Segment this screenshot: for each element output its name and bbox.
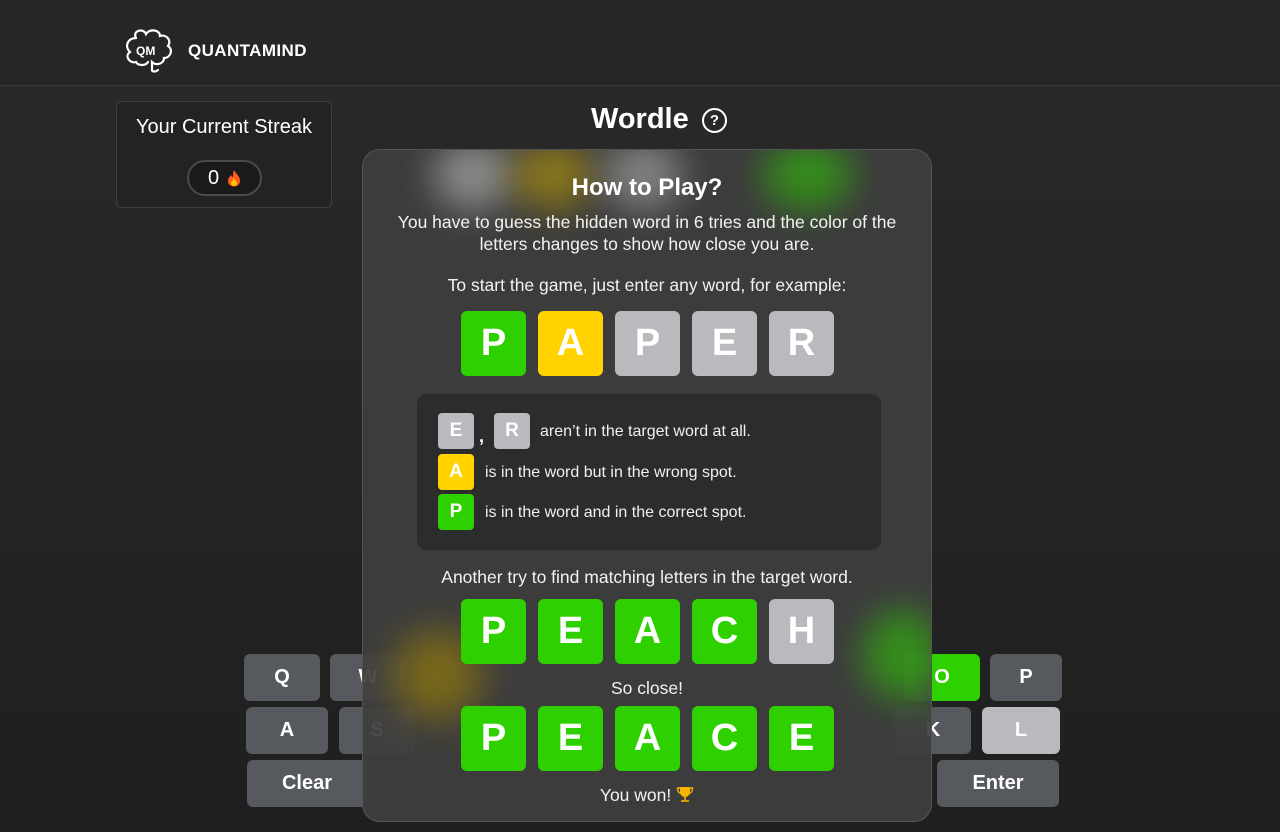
example-tile-present: A — [538, 311, 603, 376]
streak-title: Your Current Streak — [135, 116, 312, 138]
legend-present-text: is in the word but in the wrong spot. — [485, 464, 737, 481]
trophy-icon — [676, 787, 694, 802]
key-p[interactable]: P — [990, 654, 1062, 701]
example-tile-absent: P — [615, 311, 680, 376]
brain-logo-icon[interactable]: QM — [122, 26, 178, 76]
won-message: You won! — [363, 784, 931, 806]
legend-present-tile: A — [438, 454, 474, 490]
intro-text: You have to guess the hidden word in 6 t… — [397, 212, 897, 254]
modal-title: How to Play? — [571, 174, 723, 201]
start-text: To start the game, just enter any word, … — [447, 275, 847, 295]
legend-absent-text: aren’t in the target word at all. — [540, 423, 751, 440]
key-l[interactable]: L — [982, 707, 1060, 754]
help-circle-icon[interactable]: ? — [702, 108, 727, 133]
example-tile-correct: E — [538, 599, 603, 664]
example-tile-correct: P — [461, 311, 526, 376]
example-tile-correct: P — [461, 706, 526, 771]
fire-icon — [228, 170, 241, 187]
close-text: So close! — [611, 678, 683, 698]
legend-correct-text: is in the word and in the correct spot. — [485, 504, 747, 521]
example-tile-correct: P — [461, 599, 526, 664]
legend-correct-tile: P — [438, 494, 474, 530]
clear-button[interactable]: Clear — [247, 760, 367, 807]
another-try-text: Another try to find matching letters in … — [441, 567, 853, 587]
key-a[interactable]: A — [246, 707, 328, 754]
key-q[interactable]: Q — [244, 654, 320, 701]
example-tile-correct: C — [692, 706, 757, 771]
how-to-play-modal: How to Play? You have to guess the hidde… — [362, 149, 932, 822]
brand-name[interactable]: QUANTAMIND — [188, 41, 307, 61]
logo-text: QM — [136, 44, 155, 58]
legend-separator: , — [479, 426, 485, 446]
example-tile-absent: E — [692, 311, 757, 376]
example-tile-correct: C — [692, 599, 757, 664]
example-tile-correct: A — [615, 706, 680, 771]
streak-card: Your Current Streak 0 — [116, 101, 332, 208]
example-tile-correct: A — [615, 599, 680, 664]
legend-absent-tile: R — [494, 413, 530, 449]
streak-badge: 0 — [187, 160, 262, 196]
game-title: Wordle — [591, 103, 689, 135]
example-tile-absent: H — [769, 599, 834, 664]
legend-absent-tile: E — [438, 413, 474, 449]
example-tile-correct: E — [769, 706, 834, 771]
example-tile-absent: R — [769, 311, 834, 376]
legend-box: E , R aren’t in the target word at all. … — [417, 394, 881, 550]
enter-button[interactable]: Enter — [937, 760, 1059, 807]
page: QM QUANTAMIND Your Current Streak 0 Word… — [0, 0, 1280, 832]
example-tile-correct: E — [538, 706, 603, 771]
won-text: You won! — [599, 785, 672, 805]
header: QM QUANTAMIND — [0, 0, 1280, 86]
streak-value: 0 — [207, 166, 220, 189]
